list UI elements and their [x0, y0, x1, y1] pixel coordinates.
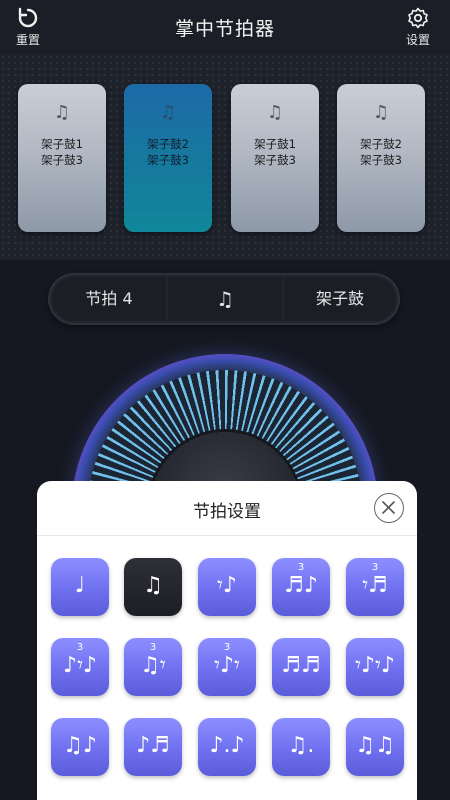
- sound-button[interactable]: 架子鼓: [284, 277, 396, 321]
- rhythm-option-glyph: ♫: [143, 573, 163, 598]
- rhythm-option-tuplet-label: 3: [223, 642, 231, 653]
- rhythm-option-12[interactable]: ♪♬: [124, 718, 182, 776]
- music-note-icon: ♫: [372, 102, 390, 123]
- rhythm-option-5[interactable]: 3 𝄾♬: [346, 558, 404, 616]
- dialog-divider: [37, 535, 417, 536]
- beat-card-1[interactable]: ♫ 架子鼓1 架子鼓3: [18, 84, 106, 232]
- settings-button[interactable]: 设置: [396, 6, 440, 48]
- beat-card-sound-2: 架子鼓3: [254, 153, 296, 167]
- rhythm-option-glyph: ♪𝄾♪: [63, 653, 97, 678]
- beat-card-2[interactable]: ♫ 架子鼓2 架子鼓3: [124, 84, 212, 232]
- rhythm-option-glyph: ♪♬: [136, 733, 170, 758]
- beat-card-sound-1: 架子鼓2: [147, 137, 189, 151]
- rhythm-option-10[interactable]: 𝄾♪𝄾♪: [346, 638, 404, 696]
- rhythm-option-8[interactable]: 3 𝄾♪𝄾: [198, 638, 256, 696]
- beat-card-sound-1: 架子鼓1: [254, 137, 296, 151]
- rhythm-option-15[interactable]: ♫♫: [346, 718, 404, 776]
- rhythm-option-4[interactable]: 3 ♬♪: [272, 558, 330, 616]
- rhythm-option-tuplet-label: 3: [371, 562, 379, 573]
- rhythm-option-7[interactable]: 3 ♫𝄾: [124, 638, 182, 696]
- rhythm-option-glyph: ♬♪: [284, 573, 318, 598]
- beat-settings-dialog: 节拍设置 ♩ ♫ 𝄾♪ 3 ♬♪ 3 𝄾♬ 3 ♪𝄾♪ 3 ♫𝄾 3 𝄾♪𝄾 ♬♬ 𝄾♪𝄾…: [37, 481, 417, 800]
- rhythm-option-3[interactable]: 𝄾♪: [198, 558, 256, 616]
- beat-card-sound-2: 架子鼓3: [41, 153, 83, 167]
- beat-card-sound-2: 架子鼓3: [147, 153, 189, 167]
- rhythm-option-glyph: ♫♫: [355, 733, 395, 758]
- close-icon: [382, 501, 395, 514]
- rhythm-option-glyph: ♫♪: [63, 733, 97, 758]
- rhythm-option-13[interactable]: ♪.♪: [198, 718, 256, 776]
- rhythm-option-11[interactable]: ♫♪: [51, 718, 109, 776]
- dialog-title: 节拍设置: [193, 502, 261, 522]
- beat-card-3[interactable]: ♫ 架子鼓1 架子鼓3: [231, 84, 319, 232]
- rhythm-option-tuplet-label: 3: [149, 642, 157, 653]
- rhythm-option-tuplet-label: 3: [297, 562, 305, 573]
- rhythm-option-glyph: 𝄾♪𝄾: [214, 653, 240, 678]
- rhythm-option-14[interactable]: ♫.: [272, 718, 330, 776]
- gear-icon: [408, 7, 428, 29]
- rhythm-option-2[interactable]: ♫: [124, 558, 182, 616]
- music-note-icon: ♫: [53, 102, 71, 123]
- rhythm-option-9[interactable]: ♬♬: [272, 638, 330, 696]
- rhythm-option-1[interactable]: ♩: [51, 558, 109, 616]
- rhythm-option-glyph: ♫.: [287, 733, 315, 758]
- rhythm-option-glyph: ♪.♪: [209, 733, 245, 758]
- rhythm-option-glyph: 𝄾♪: [217, 573, 237, 598]
- rhythm-button[interactable]: ♫: [168, 277, 282, 321]
- beat-count-button[interactable]: 节拍 4: [52, 277, 166, 321]
- top-bar: 重置 掌中节拍器 设置: [0, 0, 450, 54]
- settings-label: 设置: [405, 33, 430, 47]
- beat-card-sound-1: 架子鼓2: [360, 137, 402, 151]
- rhythm-note-icon: ♫: [216, 287, 234, 311]
- tempo-dial[interactable]: [0, 340, 450, 500]
- rhythm-option-glyph: 𝄾♪𝄾♪: [355, 653, 395, 678]
- rhythm-option-tuplet-label: 3: [76, 642, 84, 653]
- rhythm-option-6[interactable]: 3 ♪𝄾♪: [51, 638, 109, 696]
- beat-card-4[interactable]: ♫ 架子鼓2 架子鼓3: [337, 84, 425, 232]
- music-note-icon: ♫: [159, 102, 177, 123]
- beat-card-sound-2: 架子鼓3: [360, 153, 402, 167]
- beat-card-sound-1: 架子鼓1: [41, 137, 83, 151]
- rhythm-option-glyph: ♬♬: [281, 653, 321, 678]
- beat-cards: ♫ 架子鼓1 架子鼓3 ♫ 架子鼓2 架子鼓3 ♫ 架子鼓1 架子鼓3 ♫ 架子…: [0, 54, 450, 260]
- rhythm-option-glyph: 𝄾♬: [362, 573, 388, 598]
- control-bar: 节拍 4 ♫ 架子鼓: [48, 273, 400, 325]
- page-title: 掌中节拍器: [174, 18, 275, 40]
- rhythm-option-glyph: ♫𝄾: [140, 653, 166, 678]
- close-button[interactable]: [374, 493, 404, 523]
- music-note-icon: ♫: [266, 102, 284, 123]
- rhythm-option-glyph: ♩: [74, 573, 86, 598]
